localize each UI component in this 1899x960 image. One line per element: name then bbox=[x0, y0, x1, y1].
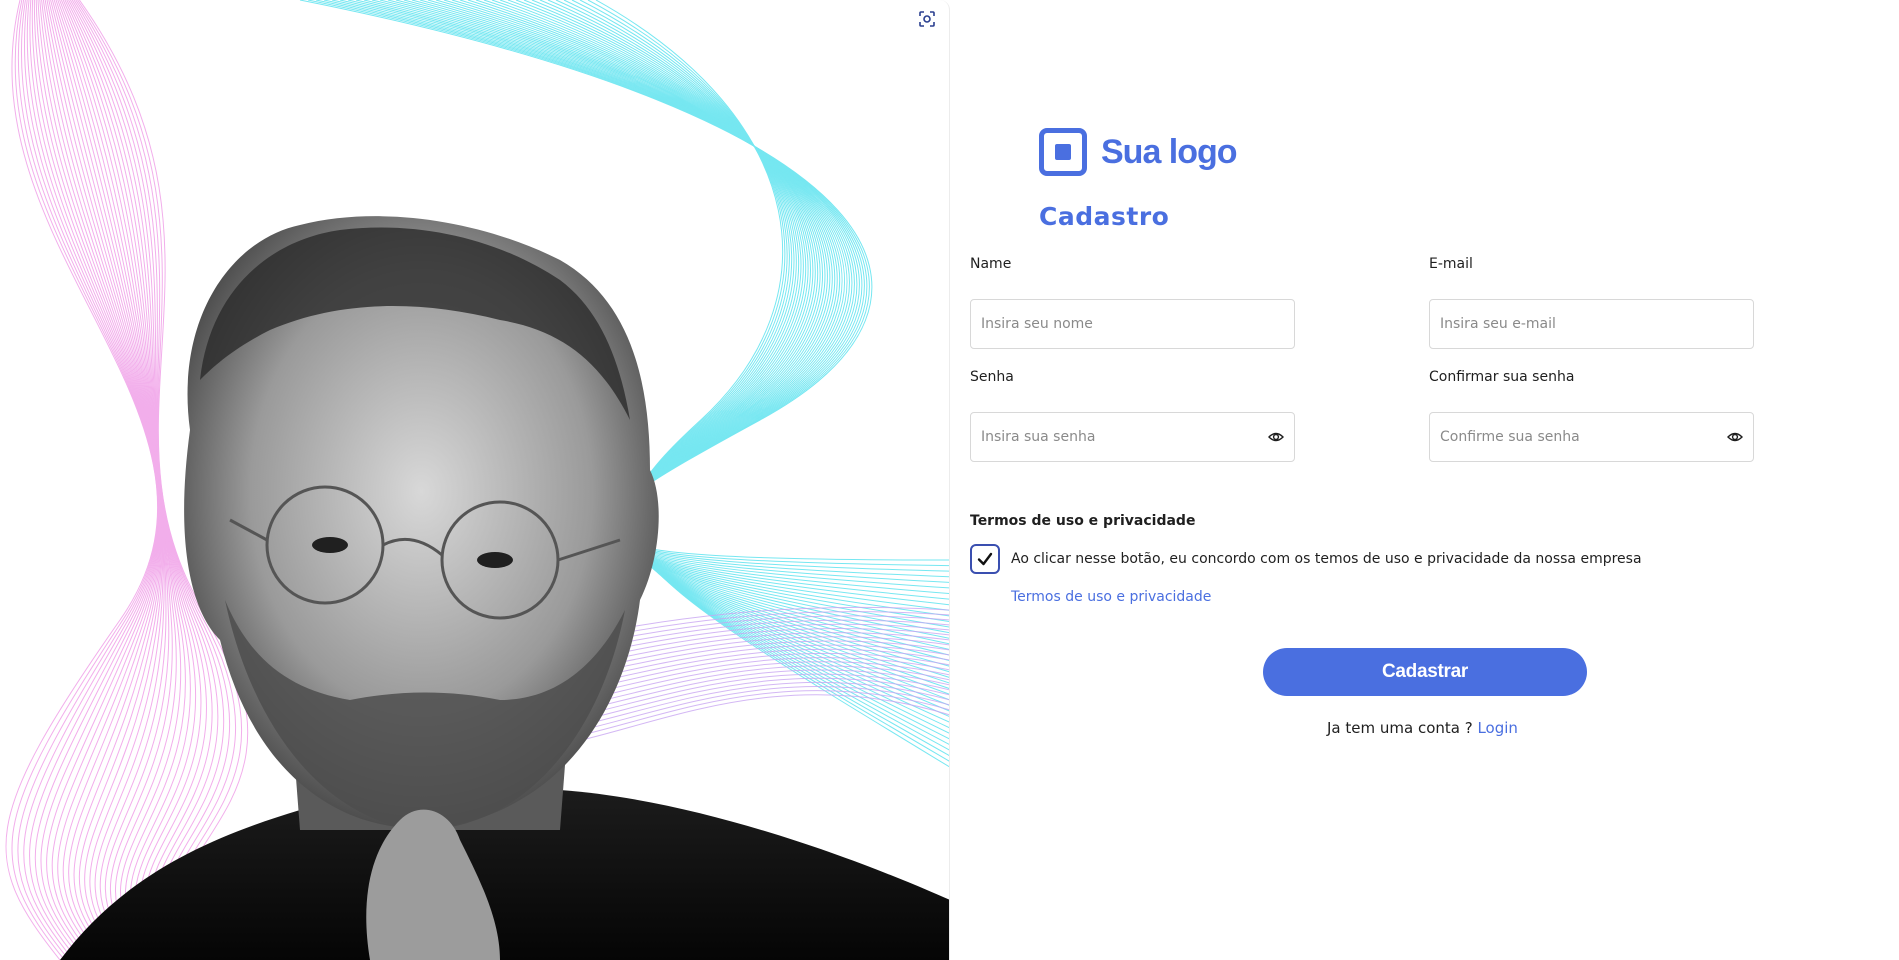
email-label: E-mail bbox=[1429, 256, 1473, 272]
focus-scan-icon[interactable] bbox=[918, 10, 936, 28]
email-input[interactable] bbox=[1440, 316, 1743, 332]
name-field bbox=[970, 299, 1295, 349]
eye-icon[interactable] bbox=[1268, 429, 1284, 445]
terms-checkbox-label: Ao clicar nesse botão, eu concordo com o… bbox=[1011, 551, 1642, 567]
login-prompt: Ja tem uma conta ? Login bbox=[1327, 719, 1518, 737]
password-label: Senha bbox=[970, 369, 1014, 385]
check-icon bbox=[977, 552, 993, 566]
confirm-password-label: Confirmar sua senha bbox=[1429, 369, 1575, 385]
portrait-image bbox=[60, 216, 949, 960]
page-title: Cadastro bbox=[1039, 202, 1170, 231]
password-input[interactable] bbox=[981, 429, 1268, 445]
brand-logo: Sua logo bbox=[1039, 128, 1238, 176]
name-label: Name bbox=[970, 256, 1012, 272]
confirm-password-field bbox=[1429, 412, 1754, 462]
confirm-password-input[interactable] bbox=[1440, 429, 1727, 445]
terms-checkbox[interactable] bbox=[970, 544, 1000, 574]
login-link[interactable]: Login bbox=[1477, 719, 1517, 737]
logo-square-icon bbox=[1039, 128, 1087, 176]
password-field bbox=[970, 412, 1295, 462]
hero-panel bbox=[0, 0, 950, 960]
login-prompt-text: Ja tem uma conta ? bbox=[1327, 719, 1473, 737]
email-field bbox=[1429, 299, 1754, 349]
terms-heading: Termos de uso e privacidade bbox=[970, 513, 1196, 529]
terms-link[interactable]: Termos de uso e privacidade bbox=[1011, 589, 1211, 605]
register-button[interactable]: Cadastrar bbox=[1263, 648, 1587, 696]
name-input[interactable] bbox=[981, 316, 1284, 332]
eye-icon[interactable] bbox=[1727, 429, 1743, 445]
logo-text: Sua logo bbox=[1101, 132, 1238, 171]
